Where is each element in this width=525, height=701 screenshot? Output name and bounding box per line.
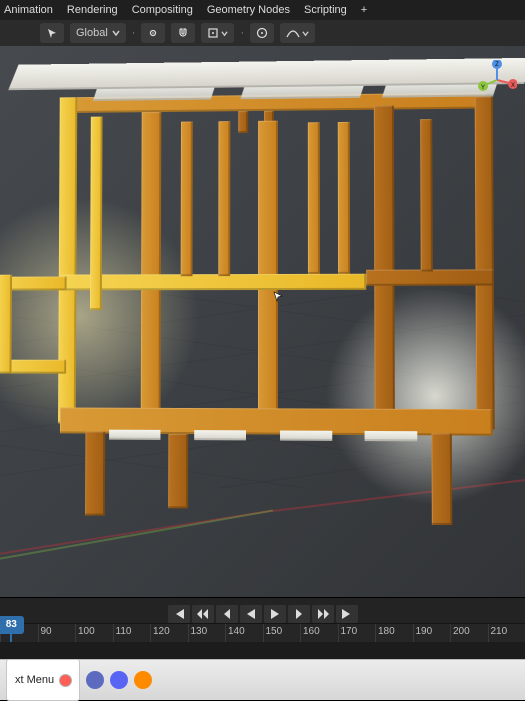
jump-start-button[interactable]	[168, 605, 190, 623]
workspace-tab-scripting[interactable]: Scripting	[304, 4, 347, 16]
context-menu-button[interactable]: xt Menu	[6, 659, 80, 701]
timeline-ruler[interactable]: 8090100110120130140150160170180190200210…	[0, 623, 525, 642]
nav-gizmo[interactable]: X Y Z	[477, 60, 517, 100]
taskbar-app-icon[interactable]	[86, 671, 104, 689]
separator: ·	[240, 27, 244, 39]
timeline-tick: 140	[225, 624, 245, 642]
timeline-tick: 90	[38, 624, 52, 642]
prev-keyframe-button[interactable]	[192, 605, 214, 623]
gizmo-y-label: Y	[481, 85, 485, 91]
3d-viewport[interactable]: X Y Z	[0, 46, 525, 598]
step-back-button[interactable]	[216, 605, 238, 623]
chevron-down-icon	[302, 30, 309, 37]
workspace-tab-compositing[interactable]: Compositing	[132, 4, 193, 16]
step-forward-button[interactable]	[288, 605, 310, 623]
play-reverse-button[interactable]	[240, 605, 262, 623]
snap-target-dropdown[interactable]	[201, 23, 234, 43]
timeline-tick: 200	[450, 624, 470, 642]
orientation-label: Global	[76, 27, 108, 39]
separator: ·	[132, 27, 136, 39]
proportional-edit-toggle[interactable]	[250, 23, 274, 43]
timeline-tick: 160	[300, 624, 320, 642]
timeline-tick: 150	[263, 624, 283, 642]
workspace-tabs: Animation Rendering Compositing Geometry…	[0, 0, 525, 20]
timeline-tick: 170	[338, 624, 358, 642]
timeline-tick: 210	[488, 624, 508, 642]
taskbar-discord-icon[interactable]	[110, 671, 128, 689]
timeline-tick: 100	[75, 624, 95, 642]
timeline-tick: 110	[113, 624, 132, 642]
os-taskbar: xt Menu	[0, 659, 525, 700]
pivot-icon[interactable]	[141, 23, 165, 43]
gizmo-z-label: Z	[495, 62, 499, 68]
workspace-tab-geometry-nodes[interactable]: Geometry Nodes	[207, 4, 290, 16]
timeline-tick: 180	[375, 624, 395, 642]
axis-x-line	[0, 510, 273, 598]
timeline-tick: 190	[413, 624, 433, 642]
proportional-falloff-dropdown[interactable]	[280, 23, 315, 43]
timeline-editor: 8090100110120130140150160170180190200210…	[0, 597, 525, 660]
timeline-tracks[interactable]	[0, 642, 525, 660]
workspace-tab-add[interactable]: +	[361, 4, 367, 16]
proportional-edit-icon	[256, 27, 268, 39]
timeline-tick: 130	[188, 624, 208, 642]
playhead[interactable]: 83	[0, 616, 24, 634]
wood-frame-model[interactable]	[30, 58, 519, 501]
orientation-dropdown[interactable]: Global	[70, 23, 126, 43]
workspace-tab-animation[interactable]: Animation	[4, 4, 53, 16]
snap-toggle[interactable]	[171, 23, 195, 43]
workspace-tab-rendering[interactable]: Rendering	[67, 4, 118, 16]
blender-window: Animation Rendering Compositing Geometry…	[0, 0, 525, 660]
cursor-icon[interactable]	[40, 23, 64, 43]
gizmo-x-label: X	[511, 83, 515, 89]
play-button[interactable]	[264, 605, 286, 623]
chevron-down-icon	[221, 30, 228, 37]
axis-y-line	[0, 510, 273, 598]
taskbar-blender-icon[interactable]	[134, 671, 152, 689]
next-keyframe-button[interactable]	[312, 605, 334, 623]
context-menu-label: xt Menu	[15, 674, 54, 686]
jump-end-button[interactable]	[336, 605, 358, 623]
viewport-header: Global · ·	[0, 20, 525, 47]
magnet-icon	[177, 27, 189, 39]
close-icon	[60, 675, 71, 686]
timeline-tick: 120	[150, 624, 170, 642]
chevron-down-icon	[112, 29, 120, 37]
transport-controls	[0, 604, 525, 624]
